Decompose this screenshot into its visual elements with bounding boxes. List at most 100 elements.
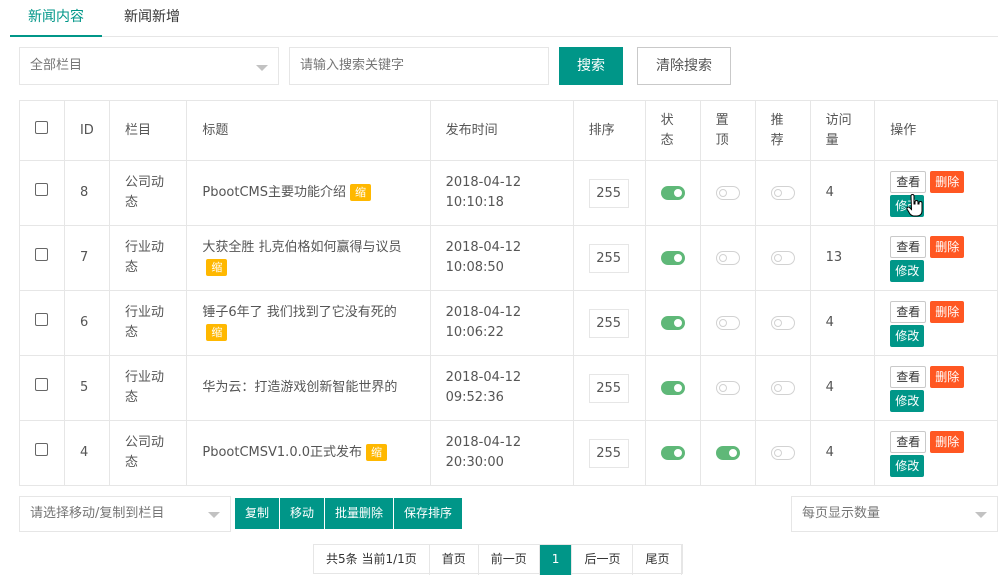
chevron-down-icon	[975, 512, 987, 518]
search-input[interactable]: 请输入搜索关键字	[289, 47, 549, 85]
row-checkbox[interactable]	[35, 443, 48, 456]
delete-button[interactable]: 删除	[930, 301, 965, 323]
sort-input[interactable]: 255	[588, 438, 629, 468]
top-toggle[interactable]	[715, 185, 740, 200]
row-checkbox[interactable]	[35, 313, 48, 326]
row-id: 6	[63, 290, 110, 356]
chevron-down-icon	[208, 512, 220, 518]
switch-knob	[773, 188, 782, 197]
sort-input[interactable]: 255	[588, 178, 629, 208]
row-title-cell: 锤子6年了 我们找到了它没有死的缩	[186, 290, 431, 356]
header-id: ID	[63, 100, 110, 161]
row-id: 4	[63, 420, 110, 486]
row-title-cell: 华为云：打造游戏创新智能世界的	[186, 355, 431, 421]
row-sort-cell: 255	[572, 420, 646, 486]
save-sort-button[interactable]: 保存排序	[394, 498, 464, 529]
recommend-toggle[interactable]	[770, 445, 795, 460]
top-toggle[interactable]	[715, 445, 740, 460]
view-button[interactable]: 查看	[890, 366, 927, 388]
status-toggle[interactable]	[660, 445, 685, 460]
row-status-cell	[644, 355, 701, 421]
row-recommend-cell	[754, 225, 811, 291]
row-ops-cell: 查看 删除 修改	[874, 290, 998, 356]
edit-button[interactable]: 修改	[890, 260, 925, 282]
switch-knob	[673, 318, 682, 327]
news-table: ID 栏目 标题 发布时间 排序 状态 置顶 推荐 访问量 操作 8 公司动态 Pb…	[19, 100, 998, 486]
search-button[interactable]: 搜索	[559, 47, 623, 85]
edit-button[interactable]: 修改	[890, 455, 925, 477]
recommend-toggle[interactable]	[770, 185, 795, 200]
sort-input[interactable]: 255	[588, 373, 629, 403]
page-size-select[interactable]: 每页显示数量	[791, 496, 998, 532]
column-filter-select[interactable]: 全部栏目	[19, 47, 279, 85]
row-recommend-cell	[754, 290, 811, 356]
recommend-toggle[interactable]	[770, 315, 795, 330]
chevron-down-icon	[256, 65, 268, 71]
row-column: 行业动态	[108, 290, 188, 356]
page-size-value: 每页显示数量	[802, 506, 881, 521]
view-button[interactable]: 查看	[890, 171, 927, 193]
row-select-cell	[19, 160, 65, 226]
select-all-checkbox[interactable]	[35, 120, 48, 134]
top-toggle[interactable]	[715, 250, 740, 265]
move-copy-target-select[interactable]: 请选择移动/复制到栏目	[19, 496, 231, 532]
row-status-cell	[644, 290, 701, 356]
delete-button[interactable]: 删除	[930, 431, 965, 453]
row-pubtime-cell: 2018-04-12 10:10:18	[429, 160, 574, 226]
sort-input[interactable]: 255	[588, 243, 629, 273]
thumbnail-badge: 缩	[206, 324, 228, 341]
row-recommend-cell	[754, 355, 811, 421]
top-toggle[interactable]	[715, 315, 740, 330]
row-date: 2018-04-12	[445, 435, 522, 450]
search-placeholder: 请输入搜索关键字	[300, 58, 405, 73]
status-toggle[interactable]	[660, 380, 685, 395]
status-toggle[interactable]	[660, 250, 685, 265]
prev-page-link[interactable]: 前一页	[479, 545, 540, 575]
row-sort-cell: 255	[572, 160, 646, 226]
status-toggle[interactable]	[660, 185, 685, 200]
thumbnail-badge: 缩	[366, 444, 387, 461]
status-toggle[interactable]	[660, 315, 685, 330]
row-checkbox[interactable]	[35, 248, 48, 261]
switch-knob	[718, 253, 727, 262]
next-page-link[interactable]: 后一页	[572, 545, 634, 575]
hand-cursor-icon	[906, 194, 923, 217]
batch-delete-button[interactable]: 批量删除	[325, 498, 395, 529]
table-row: 4 公司动态 PbootCMSV1.0.0正式发布缩 2018-04-12 20:30:…	[19, 420, 998, 486]
select-all-cell	[19, 100, 65, 161]
switch-knob	[773, 383, 782, 392]
row-date: 2018-04-12	[445, 305, 522, 320]
copy-button[interactable]: 复制	[235, 498, 281, 529]
sort-input[interactable]: 255	[588, 308, 629, 338]
edit-button[interactable]: 修改	[890, 390, 925, 412]
row-title-cell: 大获全胜 扎克伯格如何赢得与议员缩	[186, 225, 431, 291]
last-page-link[interactable]: 尾页	[633, 545, 683, 575]
row-status-cell	[644, 160, 701, 226]
page-1-link[interactable]: 1	[539, 545, 573, 575]
move-button[interactable]: 移动	[280, 498, 326, 529]
row-time: 10:08:50	[445, 260, 504, 275]
tab-news-content[interactable]: 新闻内容	[10, 0, 102, 37]
header-status: 状态	[644, 100, 701, 161]
recommend-toggle[interactable]	[770, 380, 795, 395]
clear-search-button[interactable]: 清除搜索	[637, 47, 731, 85]
row-ops-cell: 查看 删除 修改	[874, 355, 998, 421]
tab-news-add[interactable]: 新闻新增	[106, 0, 198, 37]
delete-button[interactable]: 删除	[930, 236, 965, 258]
view-button[interactable]: 查看	[890, 236, 927, 258]
view-button[interactable]: 查看	[890, 431, 927, 453]
switch-knob	[673, 383, 682, 392]
view-button[interactable]: 查看	[890, 301, 927, 323]
switch-knob	[673, 253, 682, 262]
delete-button[interactable]: 删除	[930, 366, 965, 388]
edit-button[interactable]: 修改	[890, 325, 925, 347]
delete-button[interactable]: 删除	[930, 171, 965, 193]
row-sort-cell: 255	[572, 225, 646, 291]
top-toggle[interactable]	[715, 380, 740, 395]
row-checkbox[interactable]	[35, 378, 48, 391]
thumbnail-badge: 缩	[206, 259, 228, 276]
row-id: 8	[63, 160, 110, 226]
first-page-link[interactable]: 首页	[430, 545, 479, 575]
recommend-toggle[interactable]	[770, 250, 795, 265]
row-checkbox[interactable]	[35, 183, 48, 196]
